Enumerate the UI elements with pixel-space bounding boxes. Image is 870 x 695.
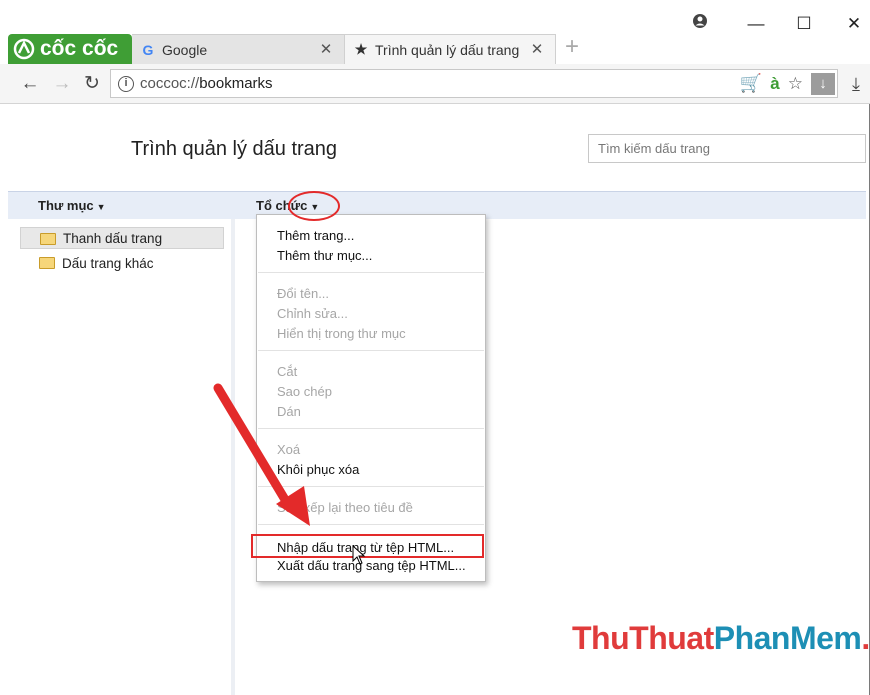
browser-window: cốc cốc G Google ✕ ★ Trình quản lý dấu t… [0, 0, 870, 695]
watermark-part1: ThuThuat [572, 620, 714, 656]
watermark-logo: ThuThuatPhanMem.vn [572, 620, 870, 657]
watermark-part3: .vn [861, 620, 870, 656]
annotation-arrow-icon [213, 383, 310, 526]
watermark-part2: PhanMem [713, 620, 862, 656]
mouse-pointer-icon [352, 545, 366, 565]
